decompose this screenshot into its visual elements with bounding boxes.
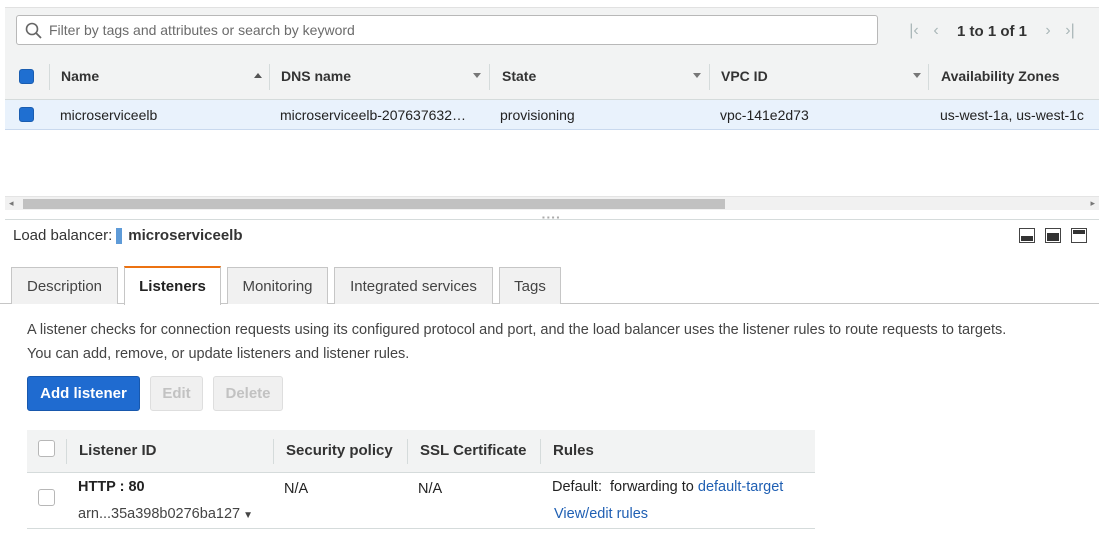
horizontal-scrollbar[interactable]: ◂ ▸ <box>5 196 1099 210</box>
table-row[interactable]: microserviceelb microserviceelb-20763763… <box>5 100 1099 130</box>
pane-splitter[interactable]: ▪▪▪▪ <box>5 212 1099 222</box>
sort-asc-icon[interactable] <box>254 73 262 78</box>
first-page-icon[interactable]: |‹ <box>903 22 925 40</box>
last-page-icon[interactable]: ›| <box>1059 22 1081 40</box>
search-input[interactable] <box>47 19 867 41</box>
listener-row: HTTP : 80 arn...35a398b0276ba127 ▼ N/A N/… <box>27 473 815 529</box>
search-box[interactable] <box>16 15 878 45</box>
drag-handle-icon[interactable]: ▪▪▪▪ <box>542 213 561 222</box>
ssl-certificate-value: N/A <box>418 481 443 497</box>
sort-icon[interactable] <box>693 73 701 78</box>
tab-tags[interactable]: Tags <box>499 267 561 304</box>
detail-label: Load balancer: <box>13 227 113 244</box>
security-policy-value: N/A <box>284 481 309 497</box>
description-line: You can add, remove, or update listeners… <box>27 346 410 362</box>
detail-header: Load balancer: microserviceelb <box>13 227 243 244</box>
column-header-state[interactable]: State <box>502 68 536 84</box>
column-divider <box>489 64 490 90</box>
column-divider <box>49 64 50 90</box>
tab-bar: Description Listeners Monitoring Integra… <box>0 266 1099 305</box>
scroll-left-icon[interactable]: ◂ <box>9 198 14 209</box>
column-header-listener-id: Listener ID <box>79 442 157 459</box>
select-all-checkbox[interactable] <box>19 69 34 84</box>
column-header-vpc[interactable]: VPC ID <box>721 68 768 84</box>
prev-page-icon[interactable]: ‹ <box>925 22 947 40</box>
column-header-security-policy: Security policy <box>286 442 393 459</box>
sort-icon[interactable] <box>473 73 481 78</box>
column-divider <box>273 439 274 464</box>
add-listener-button[interactable]: Add listener <box>27 376 140 411</box>
tab-monitoring[interactable]: Monitoring <box>227 267 328 304</box>
tab-description[interactable]: Description <box>11 267 118 304</box>
row-checkbox[interactable] <box>19 107 34 122</box>
tab-listeners[interactable]: Listeners <box>124 266 221 305</box>
default-rule-text: Default: forwarding to default-target <box>552 479 783 495</box>
search-icon <box>25 22 42 39</box>
listener-arn[interactable]: arn...35a398b0276ba127 ▼ <box>78 506 253 522</box>
column-divider <box>66 439 67 464</box>
select-all-listeners-checkbox[interactable] <box>38 440 55 457</box>
rule-prefix: Default: forwarding to <box>552 479 694 495</box>
edit-button[interactable]: Edit <box>150 376 203 411</box>
table-header: Name DNS name State VPC ID Availability … <box>5 53 1099 100</box>
column-header-rules: Rules <box>553 442 594 459</box>
detail-name: microserviceelb <box>128 227 243 244</box>
filter-bar: |‹ ‹ 1 to 1 of 1 › ›| <box>5 7 1099 53</box>
cell-state: provisioning <box>500 107 575 123</box>
sort-icon[interactable] <box>913 73 921 78</box>
scroll-right-icon[interactable]: ▸ <box>1090 198 1095 209</box>
pagination-text: 1 to 1 of 1 <box>956 22 1027 40</box>
column-header-dns[interactable]: DNS name <box>281 68 351 84</box>
selection-marker <box>116 227 123 244</box>
listeners-table-header: Listener ID Security policy SSL Certific… <box>27 430 815 473</box>
listeners-description: A listener checks for connection request… <box>27 318 1087 366</box>
tab-integrated-services[interactable]: Integrated services <box>334 267 493 304</box>
pane-split-icon[interactable] <box>1045 228 1061 243</box>
listener-row-checkbox[interactable] <box>38 489 55 506</box>
cell-vpc: vpc-141e2d73 <box>720 107 809 123</box>
caret-down-icon[interactable]: ▼ <box>243 510 253 521</box>
default-target-link[interactable]: default-target <box>698 479 783 495</box>
column-divider <box>540 439 541 464</box>
cell-dns: microserviceelb-207637632… <box>280 107 466 123</box>
view-edit-rules-link[interactable]: View/edit rules <box>554 506 648 522</box>
pagination: |‹ ‹ 1 to 1 of 1 › ›| <box>903 21 1081 41</box>
column-divider <box>928 64 929 90</box>
column-header-ssl-certificate: SSL Certificate <box>420 442 527 459</box>
next-page-icon[interactable]: › <box>1037 22 1059 40</box>
column-divider <box>269 64 270 90</box>
column-header-name[interactable]: Name <box>61 68 99 84</box>
pane-full-icon[interactable] <box>1071 228 1087 243</box>
column-header-azs[interactable]: Availability Zones <box>941 68 1060 84</box>
cell-azs: us-west-1a, us-west-1c <box>940 107 1084 123</box>
cell-name: microserviceelb <box>60 107 158 123</box>
scrollbar-thumb[interactable] <box>23 199 725 209</box>
listener-arn-text: arn...35a398b0276ba127 <box>78 506 241 522</box>
column-divider <box>709 64 710 90</box>
pane-bottom-icon[interactable] <box>1019 228 1035 243</box>
column-divider <box>407 439 408 464</box>
listener-id: HTTP : 80 <box>78 479 145 495</box>
description-line: A listener checks for connection request… <box>27 322 1007 338</box>
delete-button[interactable]: Delete <box>213 376 283 411</box>
